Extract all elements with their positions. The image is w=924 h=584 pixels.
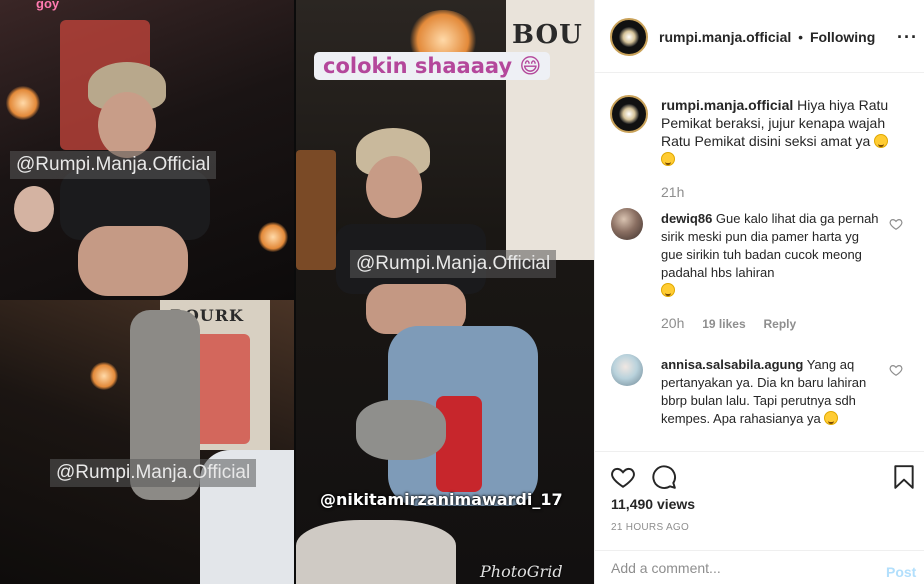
lamp-light (258, 222, 288, 252)
lamp-light (6, 86, 40, 120)
app-watermark: PhotoGrid (480, 562, 563, 581)
post-timestamp[interactable]: 21 HOURS AGO (611, 522, 689, 533)
watermark-text: @Rumpi.Manja.Official (50, 459, 257, 487)
ice-bucket-shape (356, 400, 446, 460)
caption-timestamp[interactable]: 21h (661, 184, 684, 200)
story-sticker-text: colokin shaaaay 😄 (314, 52, 551, 80)
watermark-text: @Rumpi.Manja.Official (10, 151, 217, 179)
comment-item: dewiq86 Gue kalo lihat dia ga pernah sir… (661, 210, 881, 300)
comments-list[interactable]: rumpi.manja.official Hiya hiya Ratu Pemi… (595, 73, 924, 451)
comment-like-heart-icon[interactable] (889, 217, 903, 231)
comment-item: annisa.salsabila.agung Yang aq pertanyak… (661, 356, 881, 428)
post-comment-button[interactable]: Post (886, 564, 916, 580)
corner-sticker-text: goy (36, 0, 60, 11)
torso-shape (78, 226, 188, 296)
collage-tile-top-left: goy @Rumpi.Manja.Official (0, 0, 294, 300)
add-comment-bar: Post (595, 550, 924, 584)
wall-sign: BOU (506, 0, 594, 260)
post-side-panel: rumpi.manja.official • Following ··· rum… (594, 0, 924, 584)
wall-panel (296, 150, 336, 270)
heart-icon[interactable] (610, 464, 636, 490)
face-shape (98, 92, 156, 158)
reply-button[interactable]: Reply (764, 317, 797, 331)
comment-icon[interactable] (651, 464, 677, 490)
lamp-light (90, 362, 118, 390)
post-media[interactable]: goy @Rumpi.Manja.Official BOURK @Rumpi.M… (0, 0, 594, 584)
comment-meta: 20h 19 likes Reply (661, 315, 796, 331)
hand-shape (14, 186, 54, 232)
caption-author-avatar[interactable] (610, 95, 648, 133)
comment-username[interactable]: annisa.salsabila.agung (661, 357, 803, 372)
comment-likes[interactable]: 19 likes (702, 317, 745, 331)
header-line: rumpi.manja.official • Following (659, 29, 875, 45)
grinning-emoji-icon (661, 283, 675, 297)
bookmark-icon[interactable] (891, 464, 917, 490)
more-horizontal-icon[interactable]: ··· (897, 27, 918, 48)
laughing-emoji-icon (874, 134, 889, 148)
view-count[interactable]: 11,490 views (611, 496, 695, 512)
commenter-avatar[interactable] (611, 354, 643, 386)
foreground-shape (296, 520, 456, 584)
comment-username[interactable]: dewiq86 (661, 211, 712, 226)
crying-emoji-icon (824, 411, 839, 425)
separator-dot: • (798, 29, 804, 45)
author-username[interactable]: rumpi.manja.official (659, 29, 791, 45)
comment-timestamp[interactable]: 20h (661, 315, 684, 331)
following-button[interactable]: Following (810, 29, 875, 45)
post-caption: rumpi.manja.official Hiya hiya Ratu Pemi… (661, 96, 899, 168)
comment-like-heart-icon[interactable] (889, 363, 903, 377)
post-header: rumpi.manja.official • Following ··· (595, 0, 924, 73)
commenter-avatar[interactable] (611, 208, 643, 240)
watermark-text: @Rumpi.Manja.Official (350, 250, 557, 278)
caption-username[interactable]: rumpi.manja.official (661, 97, 793, 113)
credit-text: @nikitamirzanimawardi_17 (320, 490, 563, 509)
grinning-emoji-icon (661, 152, 675, 166)
collage-tile-bottom-left: BOURK @Rumpi.Manja.Official (0, 300, 294, 584)
face-shape (366, 156, 422, 218)
action-bar: 11,490 views 21 HOURS AGO (595, 451, 924, 546)
comment-input[interactable] (611, 560, 861, 576)
author-avatar[interactable] (610, 18, 648, 56)
